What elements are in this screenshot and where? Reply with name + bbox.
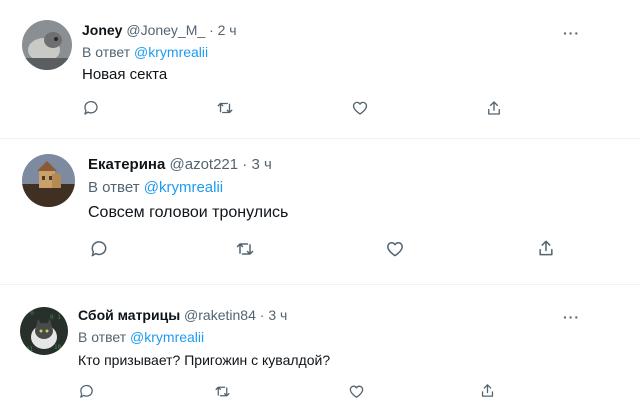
reply-prefix: В ответ xyxy=(82,44,131,60)
tweet-text: Кто призывает? Пригожин с кувалдой? xyxy=(78,352,331,368)
like-icon[interactable] xyxy=(351,99,369,117)
share-icon[interactable] xyxy=(485,99,503,117)
reply-icon[interactable] xyxy=(78,383,95,400)
timestamp[interactable]: 2 ч xyxy=(218,22,237,38)
avatar[interactable] xyxy=(22,154,75,207)
timestamp[interactable]: 3 ч xyxy=(251,156,271,173)
author-handle[interactable]: @Joney_M_ xyxy=(126,22,205,38)
like-icon[interactable] xyxy=(385,239,405,259)
reply-icon[interactable] xyxy=(89,239,109,259)
tweet-text: Совсем головои тронулись xyxy=(88,204,289,221)
svg-text:1 0: 1 0 xyxy=(23,310,34,317)
author-handle[interactable]: @raketin84 xyxy=(184,307,256,323)
avatar[interactable] xyxy=(22,20,72,70)
tweet-text: Новая секта xyxy=(82,66,168,83)
timestamp[interactable]: 3 ч xyxy=(268,307,287,323)
reply-prefix: В ответ xyxy=(78,329,127,345)
svg-text:01: 01 xyxy=(26,346,34,353)
like-icon[interactable] xyxy=(348,383,365,400)
tweet[interactable]: 1 0 0 1 01 10 Сбой матрицы @raketin84 · 3 … xyxy=(0,285,640,416)
author-handle[interactable]: @azot221 xyxy=(170,156,239,173)
avatar[interactable]: 1 0 0 1 01 10 xyxy=(20,307,68,355)
tweet[interactable]: Екатерина @azot221 · 3 ч В ответ @krymre… xyxy=(0,139,640,279)
more-icon[interactable]: ··· xyxy=(563,26,580,40)
author-name[interactable]: Екатерина xyxy=(88,156,165,173)
separator: · xyxy=(259,307,265,323)
author-name[interactable]: Сбой матрицы xyxy=(78,307,180,323)
retweet-icon[interactable] xyxy=(235,239,255,259)
separator: · xyxy=(242,156,248,173)
reply-mention-link[interactable]: @krymrealii xyxy=(134,44,208,60)
separator: · xyxy=(209,22,214,38)
share-icon[interactable] xyxy=(536,238,556,258)
author-name[interactable]: Joney xyxy=(82,22,122,38)
more-icon[interactable]: ··· xyxy=(563,310,580,324)
retweet-icon[interactable] xyxy=(216,99,234,117)
reply-prefix: В ответ xyxy=(88,179,140,196)
svg-text:0 1: 0 1 xyxy=(50,314,61,321)
reply-icon[interactable] xyxy=(82,99,100,117)
reply-mention-link[interactable]: @krymrealii xyxy=(144,179,223,196)
retweet-icon[interactable] xyxy=(214,383,231,400)
tweet[interactable]: Joney @Joney_M_ · 2 ч ··· В ответ @krymr… xyxy=(0,0,640,132)
svg-text:10: 10 xyxy=(54,344,62,351)
reply-mention-link[interactable]: @krymrealii xyxy=(130,329,204,345)
share-icon[interactable] xyxy=(479,382,496,399)
